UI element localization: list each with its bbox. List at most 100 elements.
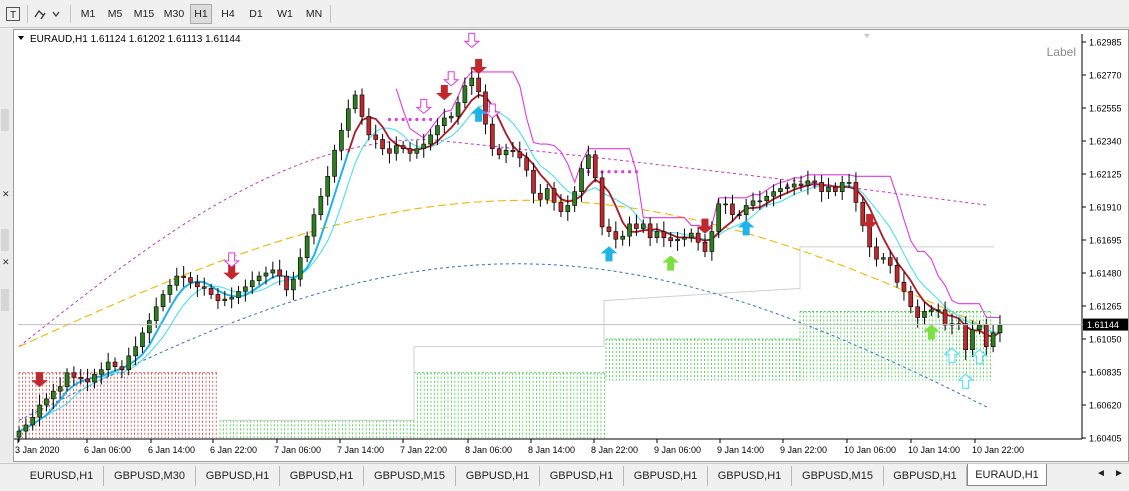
timeframe-m15-button[interactable]: M15 [131,4,157,24]
toolbar-separator [330,5,331,23]
bullish-cloud [605,338,801,381]
candle-body [160,294,166,308]
tabs-scroll-left-icon[interactable]: ◄ [1096,468,1106,479]
timeframe-h1-button[interactable]: H1 [190,4,212,24]
toolbar-separator [27,5,28,23]
candle-body [887,257,893,266]
candle-body [640,223,646,229]
candle-body [496,148,502,156]
tab-chart[interactable]: GBPUSD,H1 [456,466,540,486]
price-tick-label: 1.62770 [1089,71,1122,81]
tab-chart[interactable]: GBPUSD,M15 [364,466,456,486]
candle-body [723,203,728,206]
candle-body [85,378,90,383]
stop-dot [607,170,611,174]
candle-body [942,309,948,326]
candle-body [695,232,701,243]
chart-tabs-bar: EURUSD,H1 GBPUSD,M30 GBPUSD,H1 GBPUSD,H1 GBP… [0,463,1129,491]
candle-body [983,324,989,347]
tab-chart[interactable]: GBPUSD,H1 [540,466,624,486]
shapes-tool-icon[interactable] [32,4,64,24]
stop-dot [408,117,412,122]
timeframe-m5-button[interactable]: M5 [104,4,126,24]
candle-body [167,284,173,295]
tab-chart[interactable]: GBPUSD,H1 [196,466,280,486]
buy-confirm-arrow-icon [662,255,680,271]
candle-body [249,280,255,288]
candle-body [839,182,845,192]
candle-body [50,390,56,400]
candle-body [510,149,516,153]
timeframe-mn-button[interactable]: MN [302,4,326,24]
timeframe-w1-button[interactable]: W1 [273,4,297,24]
timeframe-m30-button[interactable]: M30 [161,4,187,24]
candle-body [833,186,838,192]
chart-menu-icon[interactable] [18,36,24,40]
candle-body [325,176,331,197]
timeframe-d1-button[interactable]: D1 [245,4,267,24]
upper-band-line [18,139,427,348]
candle-body [263,272,269,277]
tab-chart[interactable]: GBPUSD,H1 [624,466,708,486]
time-tick-label: 8 Jan 22:00 [591,445,638,455]
stop-dot [634,170,639,174]
stop-dot [627,170,632,174]
candle-body [373,134,379,140]
candle-body [688,232,694,238]
price-tick-label: 1.62125 [1089,170,1122,180]
svg-text:T: T [10,10,16,21]
time-tick-label: 8 Jan 06:00 [465,445,512,455]
candle-body [929,309,934,312]
candle-body [318,195,324,215]
bullish-cloud [219,419,415,438]
candle-body [71,372,77,378]
candle-body [860,202,866,226]
toolbar-separator [70,5,71,23]
tab-chart[interactable]: GBPUSD,M15 [792,466,884,486]
tab-chart[interactable]: GBPUSD,H1 [280,466,364,486]
candle-body [805,180,811,186]
candle-body [544,188,550,200]
text-tool-icon[interactable]: T [4,4,22,24]
candle-body [119,366,125,370]
candle-body [133,346,138,357]
lower-band-line [18,263,988,421]
ichimoku-span-line [220,246,994,421]
candle-body [853,182,859,203]
candle-body [812,180,818,183]
stop-dot [429,117,433,122]
price-tick-label: 1.61050 [1089,335,1122,345]
stop-dot [401,117,405,122]
candle-body [634,223,639,229]
candle-body [620,235,625,240]
candle-body [757,200,763,203]
price-chart[interactable]: 1.62985 1.62770 1.62555 1.62340 1.62125 1.619… [14,30,1128,461]
tabs-scroll-right-icon[interactable]: ► [1114,468,1124,479]
price-tick-label: 1.62985 [1089,38,1122,48]
close-icon[interactable]: ✕ [2,189,10,200]
tab-chart[interactable]: GBPUSD,M30 [104,466,196,486]
timeframe-h4-button[interactable]: H4 [217,4,239,24]
chart-window[interactable]: 1.62985 1.62770 1.62555 1.62340 1.62125 1.619… [13,29,1129,462]
price-tick-label: 1.62340 [1089,137,1122,147]
candle-body [359,94,365,117]
candle-body [791,183,797,188]
tab-chart[interactable]: EURUSD,H1 [20,466,104,486]
candle-body [654,231,660,238]
tab-active-chart[interactable]: EURAUD,H1 [967,464,1047,486]
candle-body [977,324,982,331]
candle-body [894,265,900,283]
candle-body [153,306,159,321]
tab-chart[interactable]: GBPUSD,H1 [708,466,792,486]
candle-body [57,386,63,392]
candle-body [332,149,337,177]
timeframe-m1-button[interactable]: M1 [77,4,99,24]
close-icon[interactable]: ✕ [2,257,10,268]
stop-dot [614,170,618,174]
chart-label-object[interactable]: Label [1047,45,1076,59]
time-tick-label: 10 Jan 06:00 [844,445,896,455]
candle-body [599,177,605,228]
candle-body [188,277,193,283]
candle-body [78,377,84,380]
tab-chart[interactable]: GBPUSD,H1 [884,466,967,486]
